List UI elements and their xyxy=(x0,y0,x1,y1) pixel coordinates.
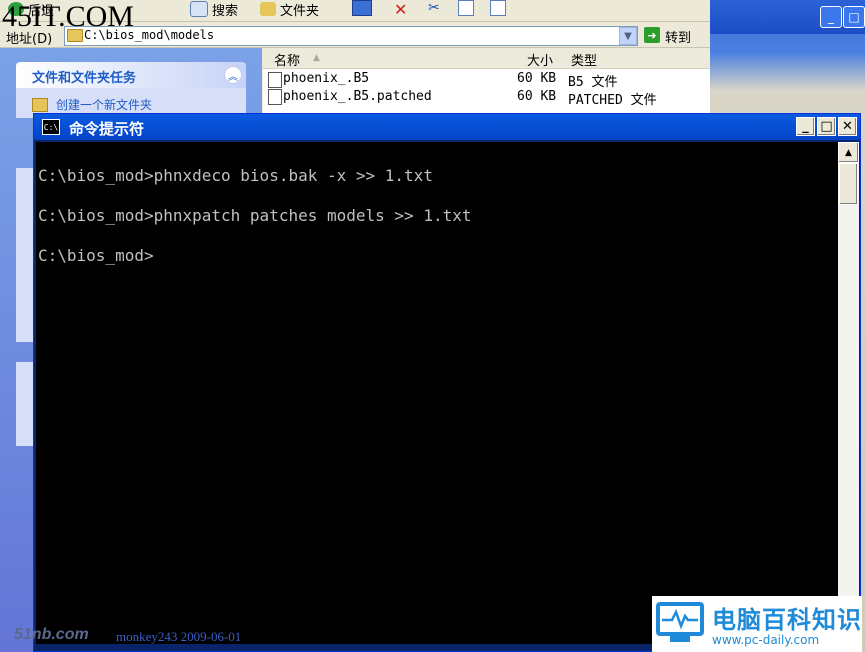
search-button[interactable]: 搜索 xyxy=(190,0,239,19)
folders-label: 文件夹 xyxy=(280,3,320,19)
watermark-author: monkey243 2009-06-01 xyxy=(116,629,242,644)
cmd-line: C:\bios_mod>phnxdeco bios.bak -x >> 1.tx… xyxy=(38,166,433,185)
go-arrow-icon[interactable]: ➜ xyxy=(644,27,660,43)
column-header-name[interactable]: 名称 xyxy=(274,50,300,69)
scrollbar[interactable] xyxy=(838,142,859,644)
cmd-titlebar[interactable] xyxy=(34,114,860,140)
folder-icon xyxy=(260,2,276,16)
file-type: PATCHED 文件 xyxy=(568,93,657,108)
file-size: 60 KB xyxy=(517,71,557,86)
search-icon xyxy=(190,1,208,17)
brand-name: 电脑百科知识 xyxy=(712,606,862,634)
column-header-size[interactable]: 大小 xyxy=(527,50,553,69)
collapse-icon[interactable]: ︽ xyxy=(224,66,242,84)
file-name: phoenix_.B5 xyxy=(283,71,370,86)
watermark-top: 45IT.COM xyxy=(2,0,134,33)
file-size: 60 KB xyxy=(517,89,557,104)
new-folder-link[interactable]: 创建一个新文件夹 xyxy=(56,96,152,113)
file-icon xyxy=(268,72,282,88)
cmd-line: C:\bios_mod>phnxpatch patches models >> … xyxy=(38,206,472,225)
copy-icon[interactable] xyxy=(458,0,474,16)
cmd-title: 命令提示符 xyxy=(69,120,145,138)
new-folder-icon xyxy=(32,98,48,112)
file-name: phoenix_.B5.patched xyxy=(283,89,432,104)
console-icon: C:\ xyxy=(42,119,60,135)
maximize-button[interactable]: □ xyxy=(817,117,836,136)
column-header-row xyxy=(263,48,710,69)
file-icon xyxy=(268,89,282,105)
scrollbar-thumb[interactable] xyxy=(839,163,858,205)
monitor-stand xyxy=(670,636,690,642)
close-button[interactable]: ✕ xyxy=(838,117,857,136)
sort-ascending-icon: ▲ xyxy=(313,53,320,63)
go-button[interactable]: 转到 xyxy=(665,27,691,46)
task-pane-title: 文件和文件夹任务 xyxy=(32,71,137,86)
minimize-button[interactable]: _ xyxy=(796,117,815,136)
minimize-icon[interactable]: _ xyxy=(820,6,842,28)
search-label: 搜索 xyxy=(212,3,239,19)
brand-url: www.pc-daily.com xyxy=(712,633,820,647)
maximize-icon[interactable]: □ xyxy=(843,6,865,28)
watermark-site: 51nb.com xyxy=(14,626,89,643)
monitor-icon xyxy=(656,602,704,636)
views-icon[interactable] xyxy=(352,0,372,16)
folders-button[interactable]: 文件夹 xyxy=(260,0,320,19)
delete-icon[interactable]: ✕ xyxy=(394,0,407,19)
chevron-down-icon[interactable]: ▼ xyxy=(619,27,637,45)
scroll-up-icon[interactable]: ▲ xyxy=(838,142,859,163)
paste-icon[interactable] xyxy=(490,0,506,16)
column-header-type[interactable]: 类型 xyxy=(571,50,597,69)
cut-icon[interactable]: ✂ xyxy=(428,0,440,16)
cmd-prompt: C:\bios_mod> xyxy=(38,246,154,265)
